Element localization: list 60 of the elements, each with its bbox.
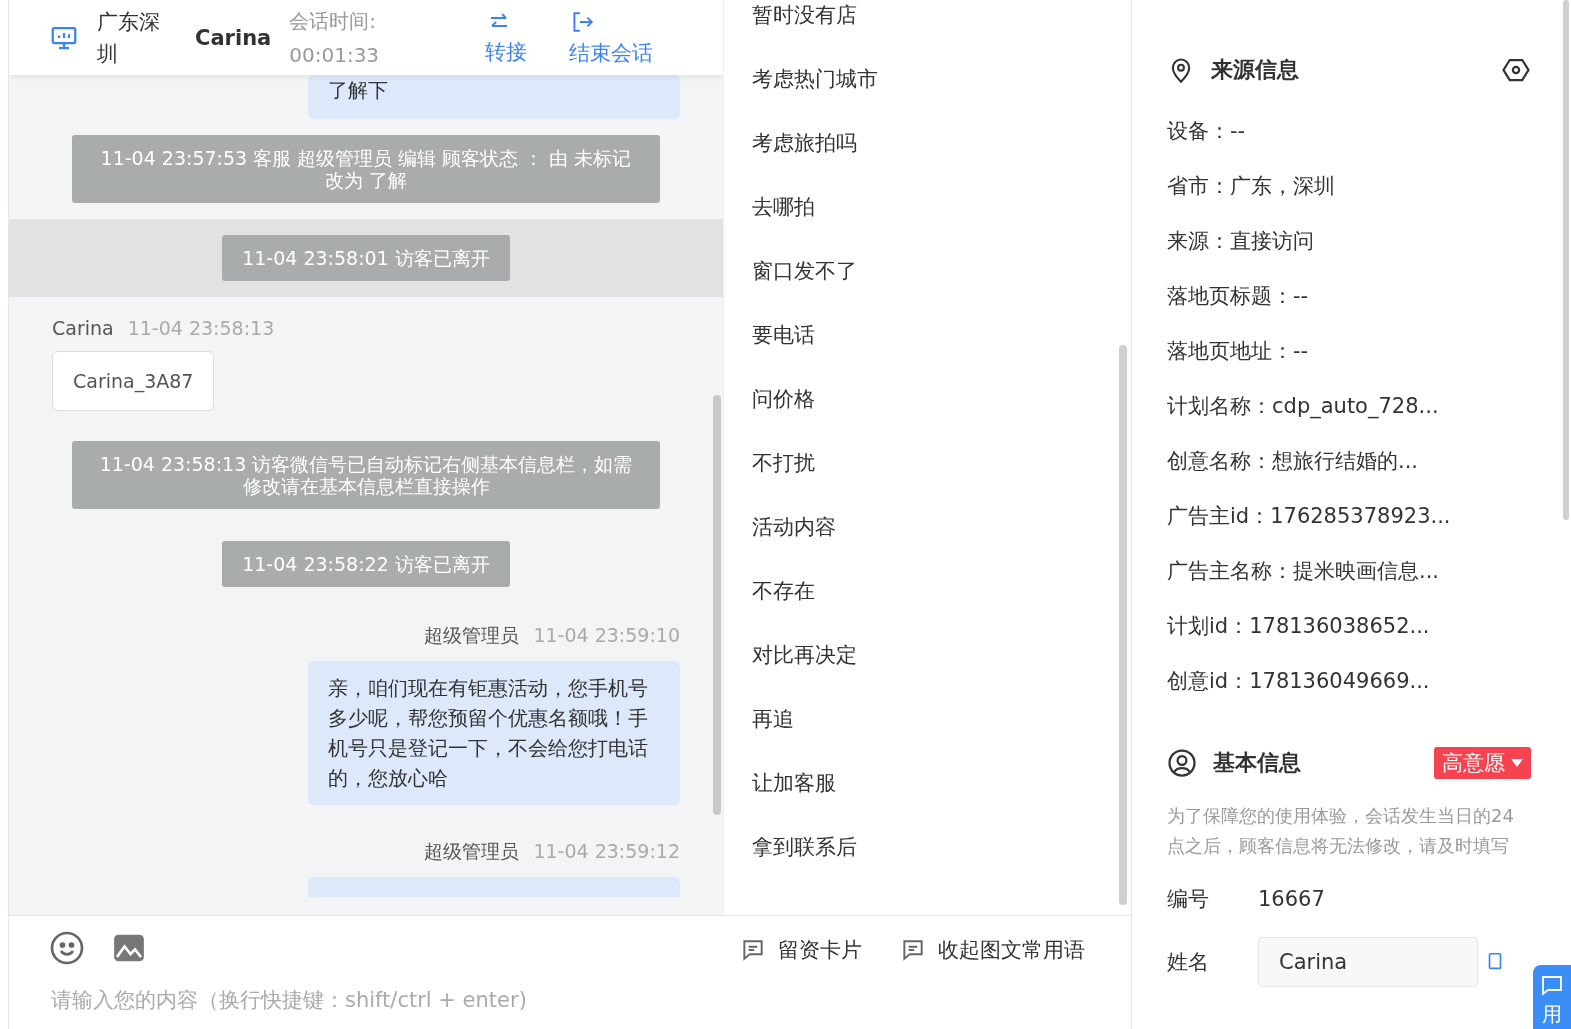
quick-phrase[interactable]: 让加客服	[724, 768, 1131, 832]
composer-tool-button[interactable]: 留资卡片	[734, 934, 868, 965]
notice-text: 为了保障您的使用体验，会话发生当日的24点之后，顾客信息将无法修改，请及时填写	[1167, 804, 1515, 858]
name-field[interactable]: Carina	[1258, 937, 1478, 987]
system-notice: 11-04 23:57:53 客服 超级管理员 编辑 顾客状态 ： 由 未标记改为 了解	[72, 135, 660, 203]
caret-icon	[1511, 759, 1523, 767]
sender-name: 超级管理员	[424, 839, 520, 864]
source-info-item: 落地页地址：--	[1167, 338, 1310, 365]
source-info-item: 来源：直接访问	[1167, 228, 1315, 255]
scrollbar[interactable]	[713, 395, 721, 815]
field-label: 编号	[1167, 886, 1210, 913]
message-bubble: 了解下	[308, 75, 680, 119]
quick-phrase[interactable]: 窗口发不了	[724, 256, 1131, 320]
field-value: 16667	[1258, 887, 1325, 911]
chat-icon	[1540, 973, 1564, 997]
message-time: 11-04 23:58:13	[127, 317, 275, 339]
section-title: 基本信息	[1213, 749, 1301, 777]
source-info-item: 广告主名称：提米映画信息...	[1167, 558, 1441, 585]
quick-phrase[interactable]: 再追	[724, 704, 1131, 768]
sender-name: 超级管理员	[424, 623, 520, 648]
composer-tool-button[interactable]: 收起图文常用语	[894, 934, 1091, 965]
quick-phrase[interactable]: 去哪拍	[724, 192, 1131, 256]
message-time: 11-04 23:59:10	[533, 624, 680, 646]
end-session-button[interactable]: 结束会话	[563, 7, 660, 68]
visitor-location: 广东深圳	[97, 8, 161, 68]
user-circle-icon	[1167, 748, 1197, 778]
system-notice: 11-04 23:58:01 访客已离开	[222, 235, 510, 281]
session-duration: 会话时间: 00:01:33	[289, 7, 381, 69]
quick-phrase[interactable]: 要电话	[724, 320, 1131, 384]
quick-phrase[interactable]: 活动内容	[724, 512, 1131, 576]
message-bubble: Carina_3A87	[52, 351, 215, 411]
message-time: 11-04 23:59:12	[533, 840, 680, 862]
system-notice: 11-04 23:58:13 访客微信号已自动标记右侧基本信息栏，如需修改请在基本信息栏直接操作	[72, 441, 660, 509]
quick-phrase[interactable]: 不打扰	[724, 448, 1131, 512]
source-info-item: 创意id：178136049669...	[1167, 668, 1431, 695]
quick-phrase[interactable]: 考虑热门城市	[724, 64, 1131, 128]
sender-name: Carina	[52, 317, 114, 339]
message-bubble: 亲，咱们现在有钜惠活动，您手机号多少呢，帮您预留个优惠名额哦！手机号只是登记一下，不会给您打电话的，您放心哈	[308, 661, 680, 805]
source-info-item: 创意名称：想旅行结婚的...	[1167, 448, 1420, 475]
intent-dropdown[interactable]: 高意愿	[1434, 747, 1531, 779]
source-info-item: 设备：--	[1167, 118, 1247, 145]
source-info-item: 落地页标题：--	[1167, 283, 1310, 310]
source-info-item: 广告主id：176285378923...	[1167, 503, 1452, 530]
field-label: 姓名	[1167, 949, 1210, 976]
transfer-button[interactable]: 转接	[479, 8, 534, 67]
source-info-item: 省市：广东，深圳	[1167, 173, 1336, 200]
source-info-item: 计划id：178136038652...	[1167, 613, 1431, 640]
scrollbar[interactable]	[1563, 0, 1569, 520]
scrollbar[interactable]	[1119, 345, 1127, 905]
section-title: 来源信息	[1211, 56, 1299, 84]
quick-phrase[interactable]: 暂时没有店	[724, 0, 1131, 64]
quick-phrase[interactable]: 不存在	[724, 576, 1131, 640]
visitor-name: Carina	[195, 25, 272, 50]
quick-phrase[interactable]: 考虑旅拍吗	[724, 128, 1131, 192]
smiley-icon	[49, 930, 85, 966]
quick-phrase[interactable]: 对比再决定	[724, 640, 1131, 704]
quick-phrase[interactable]: 问价格	[724, 384, 1131, 448]
quick-phrase[interactable]: 拿到联系后	[724, 832, 1131, 896]
source-info-item: 计划名称：cdp_auto_728...	[1167, 393, 1440, 421]
system-notice: 11-04 23:58:22 访客已离开	[222, 541, 510, 587]
